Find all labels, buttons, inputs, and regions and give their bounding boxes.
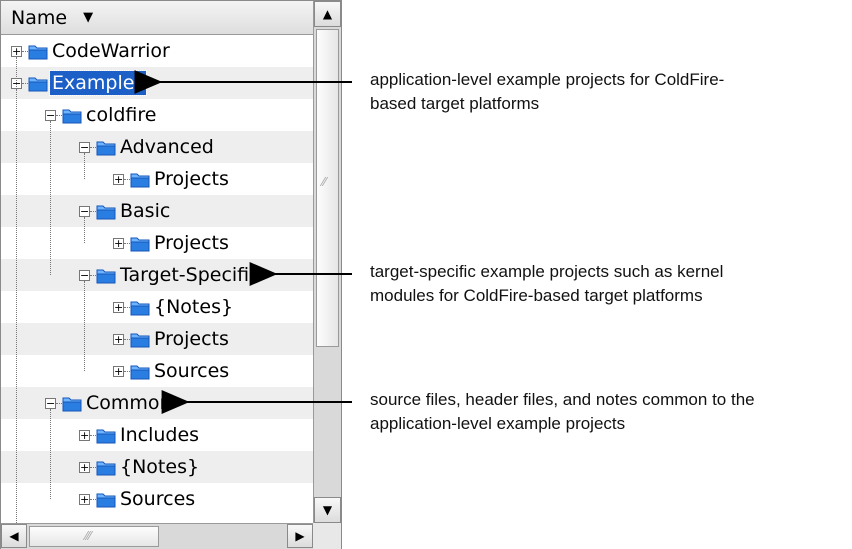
annotation-line: target-specific example projects such as… bbox=[370, 262, 724, 281]
annotation-text: source files, header files, and notes co… bbox=[370, 388, 755, 436]
annotation-text: target-specific example projects such as… bbox=[370, 260, 723, 308]
annotation-line: based target platforms bbox=[370, 94, 540, 113]
annotation-text: application-level example projects for C… bbox=[370, 68, 724, 116]
annotation-line: source files, header files, and notes co… bbox=[370, 390, 755, 409]
annotation-line: application-level example projects bbox=[370, 414, 626, 433]
annotation-line: modules for ColdFire-based target platfo… bbox=[370, 286, 703, 305]
annotation-line: application-level example projects for C… bbox=[370, 70, 725, 89]
